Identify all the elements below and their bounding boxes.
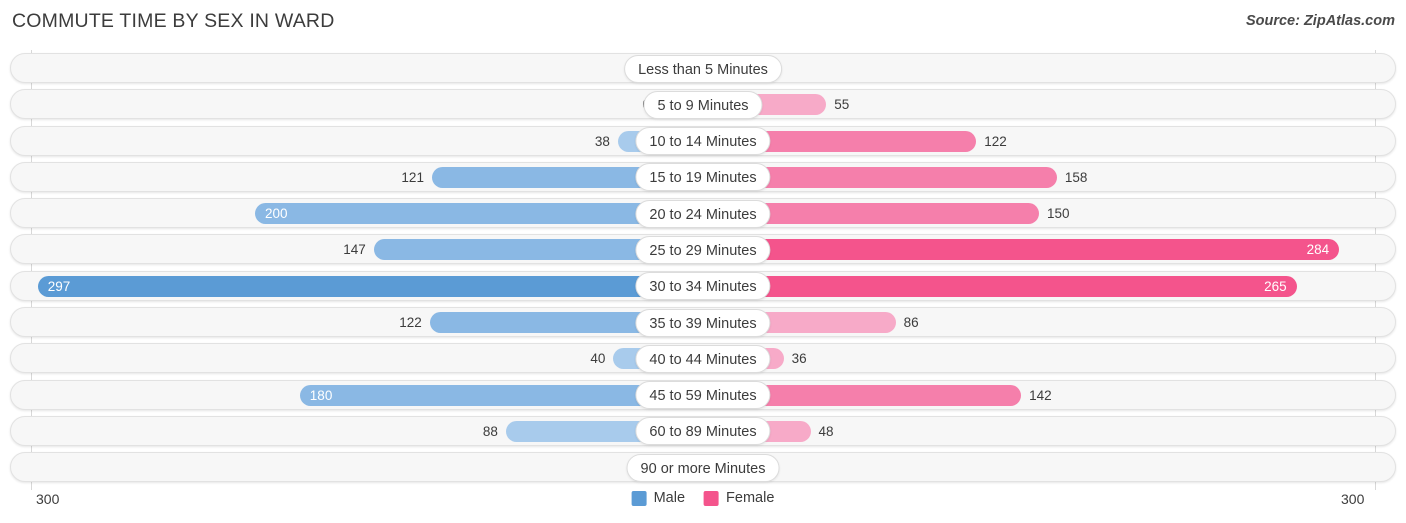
bar-value-female: 284 <box>1306 242 1330 258</box>
category-label: 25 to 29 Minutes <box>635 235 771 264</box>
category-label: 60 to 89 Minutes <box>635 417 771 446</box>
bar-male[interactable] <box>37 275 703 297</box>
bar-value-female: 265 <box>1264 278 1287 294</box>
legend-swatch-icon <box>704 490 720 506</box>
bar-value-male: 122 <box>399 315 422 331</box>
bar-value-female: 122 <box>984 133 1007 149</box>
bar-value-male: 180 <box>309 387 333 403</box>
bar-value-male: 147 <box>343 242 366 258</box>
bar-value-male: 121 <box>401 169 424 185</box>
bar-value-male: 297 <box>47 278 71 294</box>
legend-label: Female <box>726 490 775 506</box>
bar-row: 122 86 35 to 39 Minutes <box>0 304 1406 340</box>
legend-swatch-icon <box>631 490 647 506</box>
legend-item[interactable]: Male <box>631 490 686 506</box>
bar-row: 150Less than 5 Minutes <box>0 50 1406 86</box>
page-title: COMMUTE TIME BY SEX IN WARD <box>12 10 335 32</box>
bar-value-female: 55 <box>834 97 850 113</box>
category-label: Less than 5 Minutes <box>624 54 782 83</box>
bar-value-male: 200 <box>265 206 288 222</box>
category-label: 10 to 14 Minutes <box>635 127 771 156</box>
category-label: 15 to 19 Minutes <box>635 163 771 192</box>
legend-item[interactable]: Female <box>704 490 774 506</box>
bar-value-male: 40 <box>590 351 606 367</box>
bar-female[interactable] <box>703 275 1297 297</box>
bar-row: 297 265 30 to 34 Minutes <box>0 268 1406 304</box>
bar-row: 180 142 45 to 59 Minutes <box>0 377 1406 413</box>
chart-legend: Male Female <box>631 490 774 506</box>
bar-female[interactable] <box>703 239 1340 261</box>
chart-header: COMMUTE TIME BY SEX IN WARD Source: ZipA… <box>0 0 1406 44</box>
bar-rows: 150Less than 5 Minutes0555 to 9 Minutes3… <box>0 50 1406 486</box>
bar-row: 147 284 25 to 29 Minutes <box>0 231 1406 267</box>
plot-area: 150Less than 5 Minutes0555 to 9 Minutes3… <box>0 50 1406 490</box>
source-attribution: Source: ZipAtlas.com <box>1245 13 1395 29</box>
axis-label-left: 300 <box>36 491 60 507</box>
bar-value-male: 38 <box>594 133 610 149</box>
bar-value-female: 36 <box>791 351 807 367</box>
bar-value-female: 86 <box>903 315 919 331</box>
bar-value-male: 88 <box>482 423 498 439</box>
category-label: 45 to 59 Minutes <box>635 381 771 410</box>
category-label: 35 to 39 Minutes <box>635 308 771 337</box>
bar-row: 40 36 40 to 44 Minutes <box>0 340 1406 376</box>
bar-row: 0555 to 9 Minutes <box>0 86 1406 122</box>
bar-row: 88 48 60 to 89 Minutes <box>0 413 1406 449</box>
bar-row: 16090 or more Minutes <box>0 449 1406 485</box>
chart-container: COMMUTE TIME BY SEX IN WARD Source: ZipA… <box>0 0 1406 523</box>
bar-row: 200 150 20 to 24 Minutes <box>0 195 1406 231</box>
bar-row: 121 158 15 to 19 Minutes <box>0 159 1406 195</box>
chart-footer: 300 300 Male Female <box>0 486 1406 523</box>
category-label: 20 to 24 Minutes <box>635 199 771 228</box>
bar-value-female: 158 <box>1064 169 1088 185</box>
category-label: 5 to 9 Minutes <box>643 90 763 119</box>
bar-value-female: 150 <box>1047 206 1070 222</box>
bar-row: 38 122 10 to 14 Minutes <box>0 123 1406 159</box>
category-label: 90 or more Minutes <box>626 453 780 482</box>
bar-value-female: 142 <box>1029 387 1052 403</box>
category-label: 30 to 34 Minutes <box>635 272 771 301</box>
category-label: 40 to 44 Minutes <box>635 344 771 373</box>
bar-value-female: 48 <box>818 423 834 439</box>
axis-label-right: 300 <box>1341 491 1365 507</box>
legend-label: Male <box>653 490 686 506</box>
